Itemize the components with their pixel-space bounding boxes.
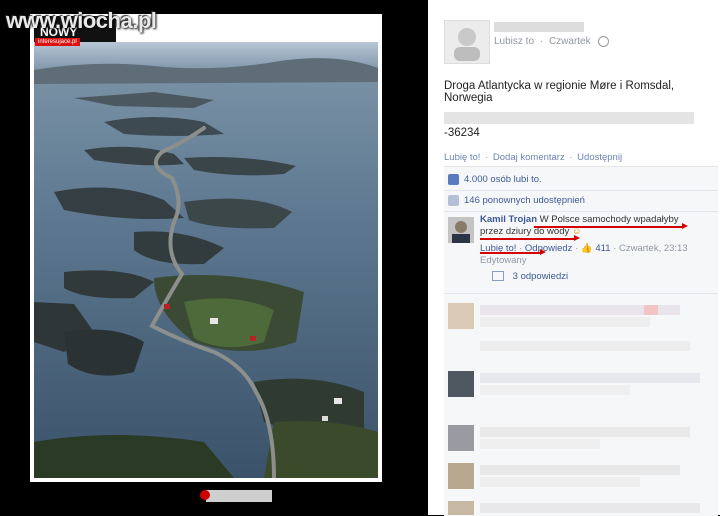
blurred-avatar xyxy=(448,501,474,515)
shares-row[interactable]: 146 ponownych udostępnień xyxy=(448,192,585,208)
post-meta: Lubisz to · Czwartek xyxy=(494,36,612,47)
post-timestamp[interactable]: Czwartek xyxy=(549,36,591,47)
blurred-comment-line xyxy=(480,439,600,449)
audience-label: Lubisz to xyxy=(494,36,535,48)
annotation-arrow-2 xyxy=(574,235,580,241)
comment-link[interactable]: Dodaj komentarz xyxy=(493,152,565,163)
publisher-tag: interesujace.pl xyxy=(35,38,80,46)
replies-count[interactable]: 3 odpowiedzi xyxy=(513,271,568,282)
comment-edited[interactable]: Edytowany xyxy=(480,255,526,266)
shares-count[interactable]: 146 ponownych udostępnień xyxy=(464,195,585,206)
blurred-comment-line xyxy=(480,317,650,327)
road-photo xyxy=(34,42,378,478)
post-actions: Lubię to! · Dodaj komentarz · Udostępnij xyxy=(444,152,623,163)
blurred-comment-line xyxy=(480,341,690,351)
post-number: -36234 xyxy=(444,127,480,139)
blurred-comment-line xyxy=(480,427,690,437)
likes-count[interactable]: 4.000 osób lubi to. xyxy=(464,174,542,185)
blurred-avatar xyxy=(448,371,474,397)
post-text: Droga Atlantycka w regionie Møre i Romsd… xyxy=(444,80,675,104)
comment-like-icon: 👍 xyxy=(580,243,593,254)
commenter-name[interactable]: Kamil Trojan xyxy=(480,214,537,225)
site-watermark: www.wiocha.pl xyxy=(6,8,157,33)
blurred-comment-line xyxy=(480,373,700,383)
credit-icon xyxy=(200,490,210,500)
blurred-comment-line xyxy=(480,503,700,513)
blurred-comment-line xyxy=(480,385,630,395)
photo-viewer: www.wiocha.pl NOWY interesujace.pl xyxy=(0,0,428,515)
comment-like-count[interactable]: 411 xyxy=(595,243,610,254)
share-icon xyxy=(448,194,459,206)
share-link[interactable]: Udostępnij xyxy=(577,152,622,163)
photo-credit-blur xyxy=(206,490,272,502)
reply-icon xyxy=(492,271,504,282)
feedback-area: 4.000 osób lubi to. 146 ponownych udostę… xyxy=(444,166,718,516)
blurred-avatar xyxy=(448,425,474,451)
blurred-comment-line xyxy=(480,477,640,487)
photo-frame[interactable]: NOWY xyxy=(30,14,382,502)
author-avatar[interactable] xyxy=(444,20,490,64)
author-name-blur[interactable] xyxy=(494,22,584,32)
commenter-avatar[interactable] xyxy=(448,217,474,243)
annotation-arrow-1 xyxy=(682,223,688,229)
likes-row[interactable]: 4.000 osób lubi to. xyxy=(448,171,542,187)
blurred-avatar xyxy=(448,303,474,329)
facebook-post-panel: Lubisz to · Czwartek Droga Atlantycka w … xyxy=(428,0,720,516)
comment-time[interactable]: Czwartek, 23:13 xyxy=(619,243,688,254)
thumbs-up-icon xyxy=(448,173,459,185)
blurred-avatar xyxy=(448,463,474,489)
globe-icon[interactable] xyxy=(598,36,610,47)
replies-link[interactable]: 3 odpowiedzi xyxy=(492,271,568,282)
blurred-comment-line xyxy=(480,465,680,475)
annotation-arrow-3 xyxy=(540,249,546,255)
annotation-underline-3 xyxy=(480,252,540,254)
annotation-underline-1 xyxy=(534,226,684,228)
annotation-underline-2 xyxy=(480,238,576,240)
blurred-comment-line xyxy=(644,305,658,315)
like-link[interactable]: Lubię to! xyxy=(444,152,480,163)
blurred-link[interactable] xyxy=(444,112,694,124)
